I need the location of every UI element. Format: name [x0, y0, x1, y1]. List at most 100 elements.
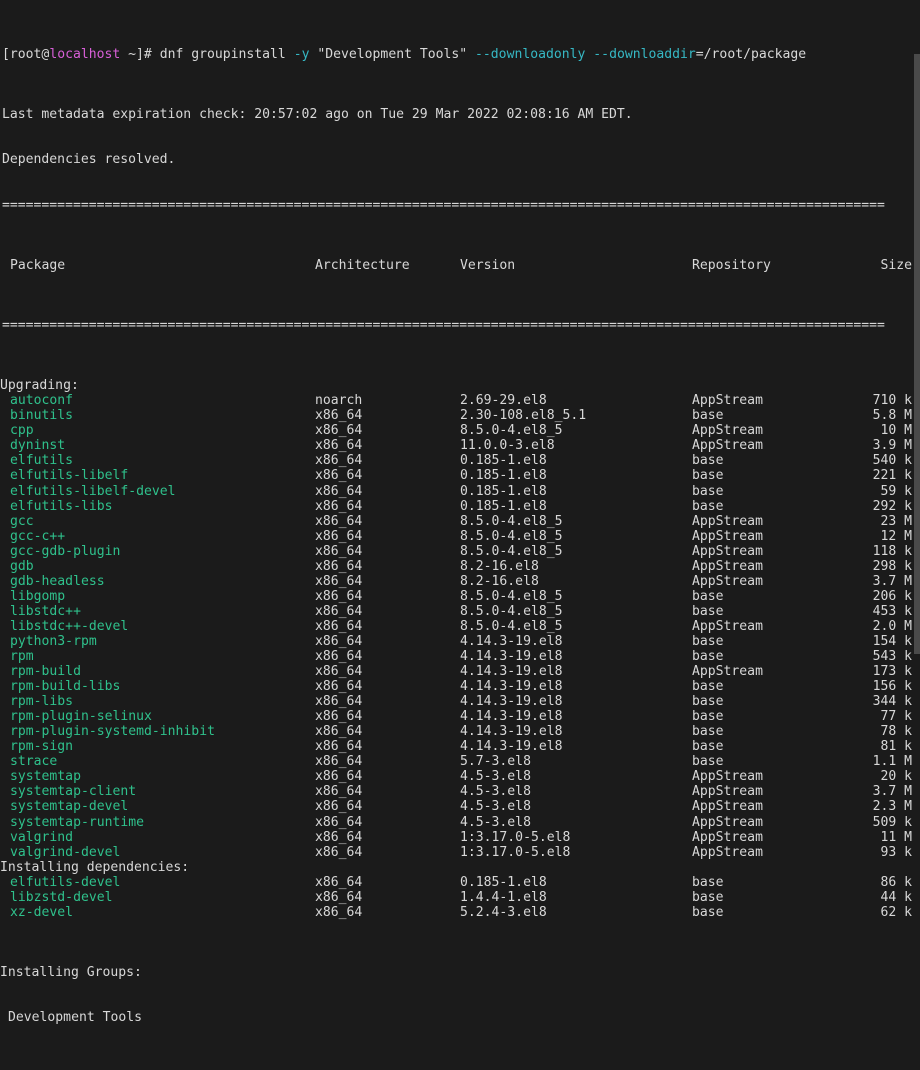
cell-size: 509 k — [872, 814, 912, 830]
table-row: binutils x86_64 2.30-108.el8_5.1 base 5.8 M — [0, 408, 920, 423]
groups-list: Development Tools — [0, 1010, 920, 1025]
table-row: elfutils-libelf x86_64 0.185-1.el8 base 221 … — [0, 468, 920, 483]
column-header-package: Package — [10, 257, 66, 273]
cell-size: 543 k — [872, 649, 912, 665]
cell-repository: base — [692, 453, 724, 469]
scrollbar[interactable] — [914, 0, 920, 675]
table-row: strace x86_64 5.7-3.el8 base 1.1 M — [0, 754, 920, 769]
cell-package: gcc — [10, 513, 34, 529]
cell-size: 3.9 M — [872, 438, 912, 454]
cell-package: systemtap-client — [10, 784, 137, 800]
cell-package: systemtap-runtime — [10, 814, 145, 830]
table-row: gdb x86_64 8.2-16.el8 AppStream 298 k — [0, 559, 920, 574]
cell-repository: AppStream — [692, 769, 763, 785]
cell-repository: AppStream — [692, 664, 763, 680]
table-row: systemtap-client x86_64 4.5-3.el8 AppStream… — [0, 784, 920, 799]
cell-repository: AppStream — [692, 844, 763, 860]
table-row: autoconf noarch 2.69-29.el8 AppStream 710 k — [0, 393, 920, 408]
cell-package: dyninst — [10, 438, 66, 454]
cell-repository: base — [692, 468, 724, 484]
cell-repository: base — [692, 889, 724, 905]
table-row: libstdc++-devel x86_64 8.5.0-4.el8_5 AppStr… — [0, 619, 920, 634]
cell-repository: base — [692, 694, 724, 710]
cell-repository: AppStream — [692, 618, 763, 634]
cell-architecture: x86_64 — [315, 694, 363, 710]
cell-repository: AppStream — [692, 543, 763, 559]
cell-architecture: x86_64 — [315, 543, 363, 559]
cell-architecture: x86_64 — [315, 784, 363, 800]
cell-version: 8.2-16.el8 — [460, 573, 539, 589]
cell-size: 78 k — [880, 724, 912, 740]
cell-architecture: x86_64 — [315, 618, 363, 634]
cell-repository: base — [692, 633, 724, 649]
cell-size: 12 M — [880, 528, 912, 544]
cell-version: 4.14.3-19.el8 — [460, 649, 563, 665]
cell-architecture: x86_64 — [315, 633, 363, 649]
cell-architecture: x86_64 — [315, 408, 363, 424]
table-row: gdb-headless x86_64 8.2-16.el8 AppStream 3.7… — [0, 574, 920, 589]
cell-size: 206 k — [872, 588, 912, 604]
cell-version: 4.14.3-19.el8 — [460, 709, 563, 725]
cell-version: 5.7-3.el8 — [460, 754, 531, 770]
cell-repository: AppStream — [692, 513, 763, 529]
cell-package: valgrind-devel — [10, 844, 121, 860]
cell-package: elfutils-libelf-devel — [10, 483, 176, 499]
cell-repository: AppStream — [692, 528, 763, 544]
cell-package: binutils — [10, 408, 74, 424]
cell-repository: base — [692, 874, 724, 890]
cell-size: 173 k — [872, 664, 912, 680]
cell-package: gdb — [10, 558, 34, 574]
table-row: elfutils x86_64 0.185-1.el8 base 540 k — [0, 453, 920, 468]
terminal-window[interactable]: [root@localhost ~]# dnf groupinstall -y … — [0, 0, 920, 1025]
cell-size: 93 k — [880, 844, 912, 860]
cell-package: systemtap — [10, 769, 81, 785]
cell-architecture: x86_64 — [315, 528, 363, 544]
cell-repository: AppStream — [692, 814, 763, 830]
cell-architecture: x86_64 — [315, 679, 363, 695]
cell-package: rpm — [10, 649, 34, 665]
cell-version: 11.0.0-3.el8 — [460, 438, 555, 454]
column-header-size: Size — [880, 257, 912, 273]
cell-repository: AppStream — [692, 829, 763, 845]
scrollbar-thumb[interactable] — [914, 54, 920, 654]
cell-architecture: x86_64 — [315, 739, 363, 755]
cell-package: autoconf — [10, 393, 74, 409]
cell-architecture: x86_64 — [315, 483, 363, 499]
table-row: valgrind x86_64 1:3.17.0-5.el8 AppStream 11 … — [0, 830, 920, 845]
cell-size: 3.7 M — [872, 784, 912, 800]
group-item: Development Tools — [8, 1010, 143, 1026]
cell-package: systemtap-devel — [10, 799, 129, 815]
cell-version: 0.185-1.el8 — [460, 468, 547, 484]
table-row: elfutils-libelf-devel x86_64 0.185-1.el8 ba… — [0, 484, 920, 499]
cell-architecture: x86_64 — [315, 453, 363, 469]
cell-version: 2.69-29.el8 — [460, 393, 547, 409]
cell-size: 292 k — [872, 498, 912, 514]
cell-size: 81 k — [880, 739, 912, 755]
cell-version: 8.5.0-4.el8_5 — [460, 618, 563, 634]
cell-package: elfutils — [10, 453, 74, 469]
cell-architecture: x86_64 — [315, 558, 363, 574]
cell-architecture: x86_64 — [315, 769, 363, 785]
cell-package: rpm-build-libs — [10, 679, 121, 695]
table-row: systemtap x86_64 4.5-3.el8 AppStream 20 k — [0, 769, 920, 784]
cell-size: 156 k — [872, 679, 912, 695]
prompt-hostname: localhost — [49, 47, 121, 63]
cell-size: 23 M — [880, 513, 912, 529]
cell-version: 1.4.4-1.el8 — [460, 889, 547, 905]
cell-repository: AppStream — [692, 799, 763, 815]
cell-repository: base — [692, 739, 724, 755]
cell-version: 4.14.3-19.el8 — [460, 739, 563, 755]
cell-version: 4.5-3.el8 — [460, 799, 531, 815]
cell-size: 2.0 M — [872, 618, 912, 634]
cell-package: gcc-c++ — [10, 528, 66, 544]
table-row: valgrind-devel x86_64 1:3.17.0-5.el8 AppStr… — [0, 845, 920, 860]
cell-size: 221 k — [872, 468, 912, 484]
cell-architecture: x86_64 — [315, 498, 363, 514]
cell-size: 86 k — [880, 874, 912, 890]
cell-repository: base — [692, 408, 724, 424]
metadata-expiration-message: Last metadata expiration check: 20:57:02… — [2, 107, 633, 123]
cell-package: elfutils-libelf — [10, 468, 129, 484]
section-label: Installing dependencies: — [0, 859, 190, 875]
group-argument: "Development Tools" — [309, 47, 476, 63]
cell-size: 62 k — [880, 904, 912, 920]
